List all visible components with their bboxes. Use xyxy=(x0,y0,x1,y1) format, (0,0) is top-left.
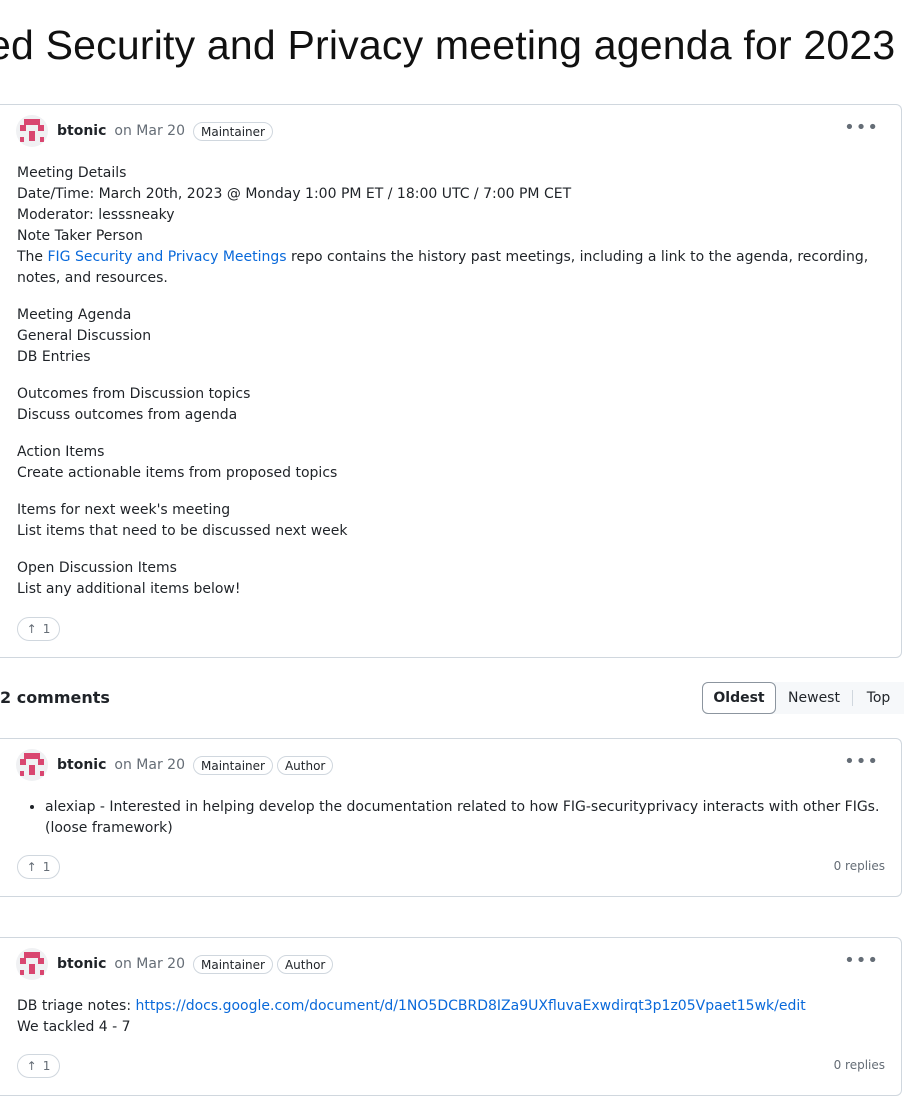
maintainer-badge: Maintainer xyxy=(192,755,273,775)
section-line: General Discussion xyxy=(17,328,152,344)
kebab-icon[interactable]: ••• xyxy=(844,751,879,772)
meeting-details: Meeting Details Date/Time: March 20th, 2… xyxy=(17,163,883,289)
post-header: btonic on Mar 20 Maintainer ••• xyxy=(16,113,901,149)
sort-toggle: Oldest Newest Top xyxy=(702,682,904,714)
author-badge: Author xyxy=(276,755,334,775)
sort-oldest-button[interactable]: Oldest xyxy=(702,682,776,714)
details-moderator: Moderator: lesssneaky xyxy=(17,207,175,223)
author-badge: Author xyxy=(276,954,334,974)
avatar[interactable] xyxy=(16,749,48,781)
open-discussion-section: Open Discussion Items List any additiona… xyxy=(17,558,883,600)
comment-text: We tackled 4 - 7 xyxy=(17,1019,131,1035)
comment-header: btonic on Mar 20 Maintainer Author ••• xyxy=(16,747,901,783)
section-heading: Outcomes from Discussion topics xyxy=(17,386,251,402)
comment-date[interactable]: on Mar 20 xyxy=(114,956,185,972)
avatar[interactable] xyxy=(16,115,48,147)
upvote-count: 1 xyxy=(42,1059,51,1073)
notes-label: DB triage notes: xyxy=(17,998,136,1014)
next-week-section: Items for next week's meeting List items… xyxy=(17,500,883,542)
section-heading: Meeting Agenda xyxy=(17,307,132,323)
upvote-button[interactable]: ↑ 1 xyxy=(17,855,60,879)
upvote-count: 1 xyxy=(42,622,51,636)
upvote-count: 1 xyxy=(42,860,51,874)
replies-count: 0 replies xyxy=(833,859,885,873)
comment-date[interactable]: on Mar 20 xyxy=(114,757,185,773)
comments-count: 2 comments xyxy=(0,688,110,707)
discussion-post: btonic on Mar 20 Maintainer ••• Meeting … xyxy=(0,104,902,658)
comment-card: btonic on Mar 20 Maintainer Author ••• a… xyxy=(0,738,902,897)
replies-count: 0 replies xyxy=(833,1058,885,1072)
repo-link[interactable]: FIG Security and Privacy Meetings xyxy=(48,249,287,265)
section-line: Discuss outcomes from agenda xyxy=(17,407,238,423)
post-body: Meeting Details Date/Time: March 20th, 2… xyxy=(17,163,883,616)
author-name[interactable]: btonic xyxy=(57,956,106,972)
details-heading: Meeting Details xyxy=(17,165,127,181)
arrow-up-icon: ↑ xyxy=(26,860,37,874)
maintainer-badge: Maintainer xyxy=(192,121,273,141)
arrow-up-icon: ↑ xyxy=(26,622,37,636)
notes-link[interactable]: https://docs.google.com/document/d/1NO5D… xyxy=(136,998,806,1014)
upvote-button[interactable]: ↑ 1 xyxy=(17,1054,60,1078)
author-name[interactable]: btonic xyxy=(57,757,106,773)
section-heading: Items for next week's meeting xyxy=(17,502,231,518)
sort-top-button[interactable]: Top xyxy=(853,682,904,714)
post-date[interactable]: on Mar 20 xyxy=(114,123,185,139)
outcomes-section: Outcomes from Discussion topics Discuss … xyxy=(17,384,883,426)
avatar[interactable] xyxy=(16,948,48,980)
section-line: Create actionable items from proposed to… xyxy=(17,465,338,481)
action-items-section: Action Items Create actionable items fro… xyxy=(17,442,883,484)
section-heading: Open Discussion Items xyxy=(17,560,177,576)
agenda-section: Meeting Agenda General Discussion DB Ent… xyxy=(17,305,883,368)
sort-newest-button[interactable]: Newest xyxy=(776,682,852,714)
comment-card: btonic on Mar 20 Maintainer Author ••• D… xyxy=(0,937,902,1096)
maintainer-badge: Maintainer xyxy=(192,954,273,974)
section-line: DB Entries xyxy=(17,349,91,365)
details-datetime: Date/Time: March 20th, 2023 @ Monday 1:0… xyxy=(17,186,572,202)
section-line: List any additional items below! xyxy=(17,581,241,597)
comment-body: DB triage notes: https://docs.google.com… xyxy=(17,996,883,1038)
kebab-icon[interactable]: ••• xyxy=(844,950,879,971)
arrow-up-icon: ↑ xyxy=(26,1059,37,1073)
repo-text-prefix: The xyxy=(17,249,48,265)
author-name[interactable]: btonic xyxy=(57,123,106,139)
kebab-icon[interactable]: ••• xyxy=(844,117,879,138)
details-note-taker: Note Taker Person xyxy=(17,228,143,244)
upvote-button[interactable]: ↑ 1 xyxy=(17,617,60,641)
comment-header: btonic on Mar 20 Maintainer Author ••• xyxy=(16,946,901,982)
comment-body: alexiap - Interested in helping develop … xyxy=(17,797,883,839)
discussion-title: ed Security and Privacy meeting agenda f… xyxy=(0,22,896,68)
section-heading: Action Items xyxy=(17,444,105,460)
section-line: List items that need to be discussed nex… xyxy=(17,523,348,539)
list-item: alexiap - Interested in helping develop … xyxy=(45,797,883,839)
